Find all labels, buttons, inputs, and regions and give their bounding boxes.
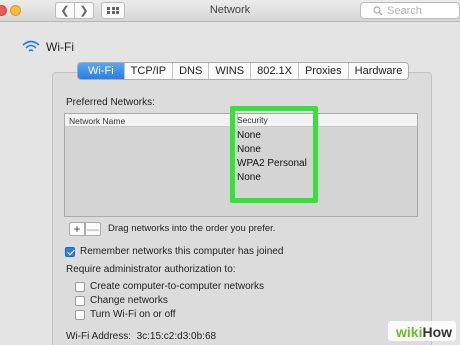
create-computer-networks-label: Create computer-to-computer networks xyxy=(90,281,264,292)
turn-wifi-checkbox[interactable] xyxy=(75,309,85,320)
tab-dns[interactable]: DNS xyxy=(172,63,208,79)
require-admin-label: Require administrator authorization to: xyxy=(66,264,236,275)
remember-networks-option[interactable]: Remember networks this computer has join… xyxy=(65,246,283,257)
change-networks-checkbox[interactable] xyxy=(75,295,85,306)
search-placeholder: Search xyxy=(387,4,422,17)
tab-hardware[interactable]: Hardware xyxy=(347,63,409,79)
security-cell: None xyxy=(237,144,261,155)
change-networks-label: Change networks xyxy=(90,295,168,306)
wifi-icon xyxy=(22,40,40,52)
security-column-header[interactable]: Security xyxy=(237,115,268,125)
wikihow-logo: wiki How xyxy=(388,321,457,341)
change-networks-option[interactable]: Change networks xyxy=(75,295,168,306)
drag-hint: Drag networks into the order you prefer. xyxy=(108,223,276,234)
tab-tcpip[interactable]: TCP/IP xyxy=(123,63,172,79)
wikihow-how-text: How xyxy=(422,324,453,340)
tab-wifi[interactable]: Wi-Fi xyxy=(78,63,124,79)
security-cell: None xyxy=(237,172,261,183)
create-computer-networks-checkbox[interactable] xyxy=(75,281,85,292)
wifi-address: Wi-Fi Address: 3c:15:c2:d3:0b:68 xyxy=(66,331,217,342)
turn-wifi-option[interactable]: Turn Wi-Fi on or off xyxy=(75,309,176,320)
create-computer-networks-option[interactable]: Create computer-to-computer networks xyxy=(75,281,264,292)
tab-bar: Wi-Fi TCP/IP DNS WINS 802.1X Proxies Har… xyxy=(77,62,410,80)
preferred-networks-table[interactable]: Network Name None None WPA2 Personal Non… xyxy=(64,113,418,217)
tab-proxies[interactable]: Proxies xyxy=(297,63,348,79)
title-bar: ❮ ❯ Network Search xyxy=(0,0,460,22)
security-cell: None xyxy=(237,130,261,141)
remove-network-button[interactable]: — xyxy=(85,222,101,236)
turn-wifi-label: Turn Wi-Fi on or off xyxy=(90,309,176,320)
search-field[interactable]: Search xyxy=(360,2,460,19)
wifi-header: Wi-Fi xyxy=(22,40,74,54)
remember-networks-checkbox[interactable] xyxy=(65,246,75,257)
wifi-service-label: Wi-Fi xyxy=(46,40,74,54)
tab-wins[interactable]: WINS xyxy=(208,63,250,79)
network-name-column-header[interactable]: Network Name xyxy=(69,116,125,126)
wikihow-wiki-text: wiki xyxy=(396,324,423,340)
search-icon xyxy=(373,5,383,15)
add-network-button[interactable]: + xyxy=(69,222,85,236)
tab-8021x[interactable]: 802.1X xyxy=(250,63,298,79)
remember-networks-label: Remember networks this computer has join… xyxy=(80,246,284,257)
preferred-networks-label: Preferred Networks: xyxy=(66,97,155,108)
security-cell: WPA2 Personal xyxy=(237,158,307,169)
